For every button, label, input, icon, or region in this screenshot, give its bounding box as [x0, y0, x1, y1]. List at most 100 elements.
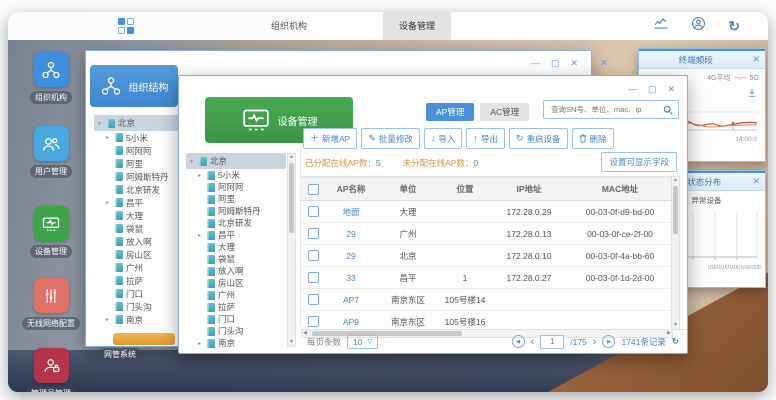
row-checkbox[interactable] — [301, 311, 325, 330]
device-management-title: 设备管理 — [278, 113, 318, 128]
table-row[interactable]: 29 北京 172.28.0.10 00-03-0f-4a-bb-60 WL01… — [301, 245, 671, 267]
ap-name-link[interactable]: 29 — [325, 223, 377, 245]
table-body: 地面 大理 172.28.0.29 00-03-0f-d9-bd-00 2000… — [301, 201, 671, 330]
tree-item[interactable]: 广州 — [186, 289, 286, 301]
table-row[interactable]: AP9 南京东区 105号楼16 WL014210F328000 — [301, 311, 671, 330]
tree-item[interactable]: 袋鼠 — [186, 253, 286, 265]
tab-ap[interactable]: AP管理 — [426, 103, 474, 121]
table-row[interactable]: 29 广州 172.28.0.13 00-03-0f-ce-2f-00 WL82… — [301, 223, 671, 245]
per-page-select[interactable]: 10 ▽ — [347, 335, 378, 349]
account-icon[interactable] — [691, 16, 706, 36]
table-row[interactable]: AP7 南京东区 105号楼14 WL014210F328000 — [301, 289, 671, 311]
column-header[interactable]: 单位 — [377, 178, 439, 201]
select-all-checkbox[interactable] — [301, 178, 325, 201]
building-icon — [115, 315, 123, 324]
ap-name-link[interactable]: AP9 — [325, 311, 377, 330]
tree-item[interactable]: ▸ 昌平 — [186, 229, 286, 241]
building-icon — [115, 211, 123, 220]
system-button[interactable] — [113, 333, 175, 345]
table-vscrollbar[interactable]: ▲ ▼ — [671, 176, 680, 330]
building-icon — [207, 267, 215, 276]
maximize-icon[interactable]: ▢ — [551, 59, 560, 68]
page-input[interactable] — [540, 335, 564, 349]
building-icon — [107, 119, 115, 128]
close-icon[interactable]: ✕ — [570, 59, 578, 68]
ap-name-link[interactable]: AP7 — [325, 289, 377, 311]
tree-item[interactable]: 北京研发 — [186, 217, 286, 229]
ap-name-link[interactable]: 29 — [325, 245, 377, 267]
page-total: /175 — [570, 337, 587, 347]
close-icon[interactable]: ✕ — [752, 176, 760, 187]
building-icon — [115, 146, 123, 155]
device-management-window: — ▢ ✕ 设备管理 ▾ 北京 ▸ 5小米 阿阿阿 阿里 — [178, 75, 688, 354]
refresh-icon[interactable]: ↻ — [672, 336, 679, 347]
tree-item[interactable]: 房山区 — [186, 277, 286, 289]
tree-item[interactable]: 大理 — [186, 241, 286, 253]
tree-item[interactable]: ▸ 5小米 — [186, 169, 286, 181]
admin-lock-icon — [42, 356, 61, 375]
hidden-window-close-icon[interactable]: ✕ — [600, 58, 608, 69]
table-footer: 每页条数 10 ▽ ◀ ‹ /175 › ▶ 1741条记录 ↻ — [301, 329, 687, 353]
tab-ac[interactable]: AC管理 — [480, 103, 529, 121]
tree-item[interactable]: 拉萨 — [186, 301, 286, 313]
sidebar-item-users[interactable] — [34, 126, 69, 161]
table-row[interactable]: 33 昌平 1 172.28.0.27 00-03-0f-1d-2d-00 — [301, 267, 671, 289]
tree-item[interactable]: 门口 — [186, 313, 286, 325]
sidebar-item-device[interactable] — [34, 206, 69, 241]
first-page-button[interactable]: ◀ — [512, 335, 525, 348]
tree-root[interactable]: ▾ 北京 — [186, 153, 286, 169]
refresh-icon[interactable]: ↻ — [728, 18, 740, 35]
topbar-tab-device[interactable]: 设备管理 — [383, 12, 451, 40]
tree-item[interactable]: 阿里 — [186, 193, 286, 205]
sidebar-item-org[interactable] — [34, 52, 69, 87]
row-checkbox[interactable] — [301, 201, 325, 223]
row-checkbox[interactable] — [301, 245, 325, 267]
column-header[interactable]: AP名称 — [325, 178, 377, 201]
expand-icon: ▸ — [198, 232, 204, 239]
minimize-icon[interactable]: — — [628, 85, 637, 94]
column-header[interactable]: IP地址 — [491, 178, 567, 201]
sidebar-item-wireless[interactable] — [34, 278, 69, 313]
prev-page-button[interactable]: ‹ — [531, 336, 535, 348]
tree-item[interactable]: 阿阿阿 — [186, 181, 286, 193]
row-checkbox[interactable] — [301, 289, 325, 311]
import-button[interactable]: ↓导入 — [424, 128, 463, 149]
topbar-tab-org[interactable]: 组织机构 — [255, 12, 323, 40]
app-logo-icon — [118, 18, 135, 35]
per-page-label: 每页条数 — [307, 336, 341, 348]
close-icon[interactable]: ✕ — [752, 54, 760, 65]
tree-item[interactable]: ▸ 南京 — [186, 337, 286, 349]
tree-item[interactable]: 放入啊 — [186, 265, 286, 277]
add-ap-button[interactable]: ＋新增AP — [303, 128, 357, 149]
search-icon[interactable] — [663, 105, 673, 115]
sidebar-item-admin[interactable] — [34, 348, 69, 383]
ap-name-link[interactable]: 33 — [325, 267, 377, 289]
tree-item[interactable]: 门头沟 — [186, 325, 286, 337]
export-button[interactable]: ↑导出 — [466, 128, 505, 149]
table-row[interactable]: 地面 大理 172.28.0.29 00-03-0f-d9-bd-00 2000… — [301, 201, 671, 223]
minimize-icon[interactable]: — — [531, 59, 540, 68]
next-page-button[interactable]: › — [593, 336, 597, 348]
batch-edit-button[interactable]: ✎批量修改 — [361, 128, 420, 149]
last-page-button[interactable]: ▶ — [602, 335, 615, 348]
restart-icon: ↻ — [516, 134, 524, 143]
column-header[interactable]: MAC地址 — [567, 178, 671, 201]
column-header[interactable]: 位置 — [439, 178, 491, 201]
row-checkbox[interactable] — [301, 223, 325, 245]
row-checkbox[interactable] — [301, 267, 325, 289]
set-fields-button[interactable]: 设置可显示字段 — [601, 152, 677, 172]
monitor-chart-icon[interactable] — [653, 17, 669, 35]
maximize-icon[interactable]: ▢ — [648, 85, 657, 94]
search-input[interactable] — [549, 104, 659, 115]
delete-button[interactable]: 删除 — [572, 128, 614, 149]
search-box — [543, 100, 679, 119]
trash-icon — [579, 134, 587, 143]
tree-item[interactable]: 阿姆斯特丹 — [186, 205, 286, 217]
tree-scrollbar[interactable]: ▲ ▼ — [287, 153, 296, 347]
building-icon — [207, 171, 215, 180]
restart-device-button[interactable]: ↻重启设备 — [509, 128, 568, 149]
ap-name-link[interactable]: 地面 — [325, 201, 377, 223]
collapse-icon: ▾ — [98, 120, 104, 127]
close-icon[interactable]: ✕ — [667, 85, 675, 94]
device-monitor-icon — [41, 214, 61, 234]
